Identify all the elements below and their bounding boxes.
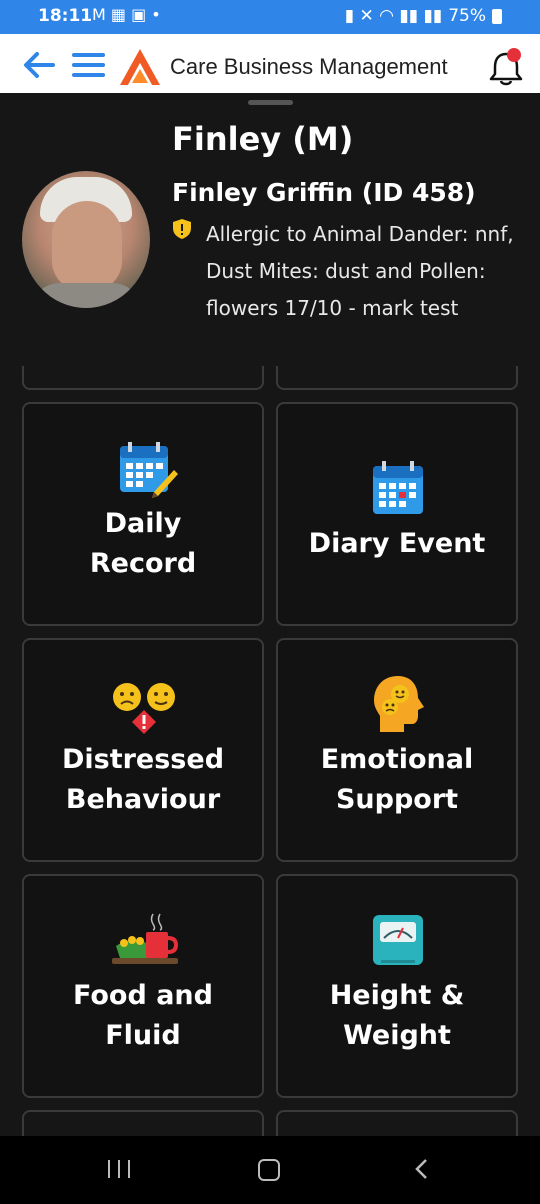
resident-avatar (22, 171, 150, 308)
recent-apps-button[interactable] (108, 1160, 130, 1178)
tile-height-and-weight[interactable]: Height & Weight (276, 874, 518, 1098)
back-arrow-icon[interactable] (22, 50, 56, 80)
tile-label-line2: Behaviour (65, 784, 221, 815)
warning-shield-icon (173, 219, 191, 239)
tile-peek-left[interactable] (22, 366, 264, 390)
tile-daily-record[interactable]: Daily Record (22, 402, 264, 626)
battery-icon (492, 8, 502, 24)
nav-back-icon[interactable] (414, 1158, 428, 1180)
calendar-icon (373, 461, 423, 514)
tile-food-and-fluid[interactable]: Food and Fluid (22, 874, 264, 1098)
status-time: 18:11 (38, 6, 93, 26)
notification-badge (507, 48, 521, 62)
tile-emotional-support[interactable]: Emotional Support (276, 638, 518, 862)
app-title: Care Business Management (170, 54, 448, 79)
tile-label-line2: Weight (343, 1020, 451, 1051)
menu-icon[interactable] (72, 53, 105, 77)
tile-label-line1: Emotional (320, 744, 474, 775)
resident-short-name: Finley (M) (172, 120, 354, 158)
tile-distressed-behaviour[interactable]: Distressed Behaviour (22, 638, 264, 862)
sheet-handle[interactable] (248, 100, 293, 105)
system-nav-bar (0, 1136, 540, 1204)
home-button[interactable] (258, 1159, 280, 1181)
notifications-button[interactable] (486, 48, 526, 88)
notification-icons: M ▦ ▣ • (92, 5, 161, 24)
food-drink-icon (112, 913, 179, 964)
tile-label-line1: Height & (329, 980, 465, 1011)
tile-label-line2: Record (89, 548, 197, 579)
tile-label-line1: Food and (73, 980, 213, 1011)
resident-full-name: Finley Griffin (ID 458) (172, 178, 476, 207)
tile-label-line2: Fluid (105, 1020, 181, 1051)
allergy-note: Allergic to Animal Dander: nnf, Dust Mit… (206, 222, 514, 320)
app-bar: Care Business Management (0, 34, 540, 93)
tile-label-line1: Distressed (61, 744, 225, 775)
tile-peek-right[interactable] (276, 366, 518, 390)
app-logo (120, 49, 160, 85)
battery-percent: 75% (448, 6, 486, 26)
worried-faces-icon (113, 683, 175, 734)
system-icons: ▮ ✕ ◠ ▮▮ ▮▮ 75% (345, 6, 502, 26)
tile-diary-event[interactable]: Diary Event (276, 402, 518, 626)
tile-label-line1: Daily (104, 508, 182, 539)
tile-label-line1: Diary Event (308, 528, 486, 559)
calendar-pencil-icon (120, 442, 178, 498)
scale-icon (373, 915, 423, 965)
head-emotions-icon (374, 676, 424, 732)
signal-icon: ▮ ✕ ◠ ▮▮ ▮▮ (344, 6, 443, 26)
status-bar: 18:11 M ▦ ▣ • ▮ ✕ ◠ ▮▮ ▮▮ 75% (0, 0, 540, 34)
tile-label-line2: Support (335, 784, 459, 815)
